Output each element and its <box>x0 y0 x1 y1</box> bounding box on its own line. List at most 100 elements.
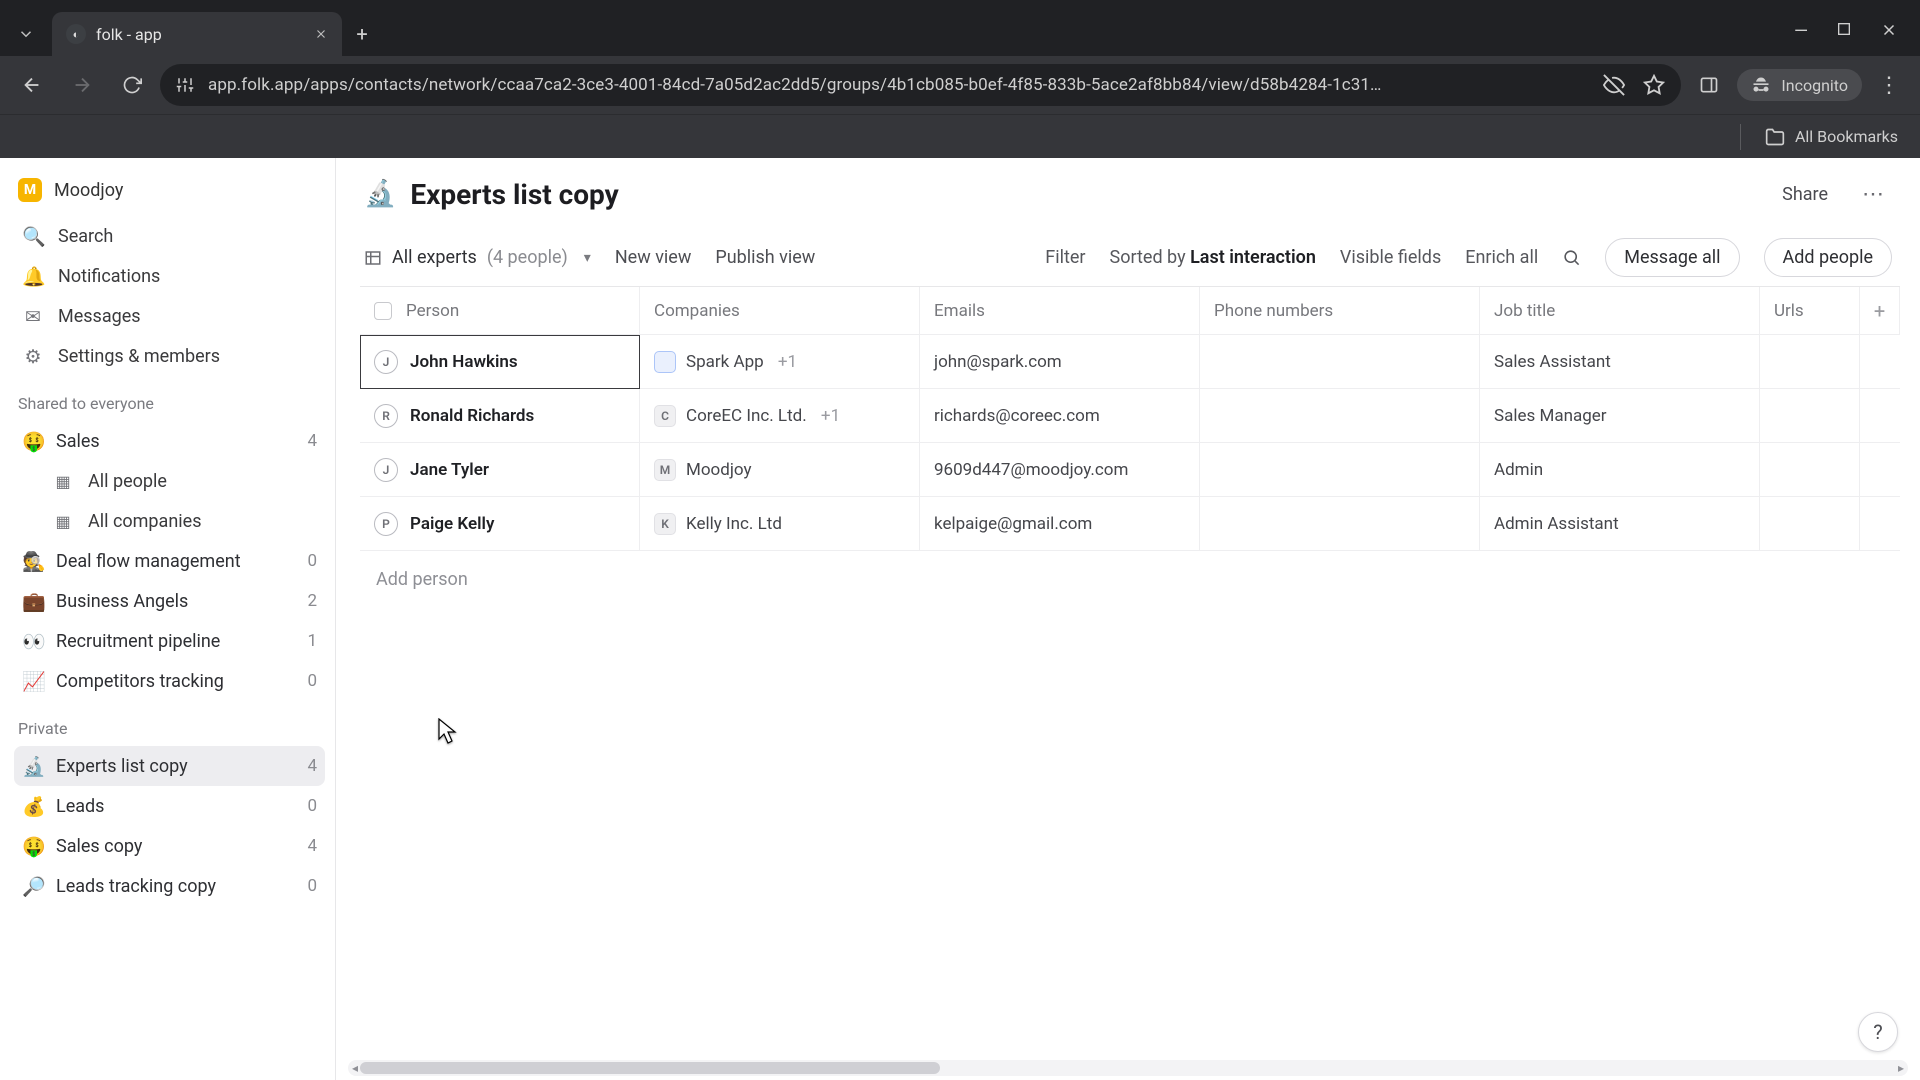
sidebar-group[interactable]: 👀 Recruitment pipeline 1 <box>14 621 325 661</box>
sidebar-nav-search[interactable]: 🔍Search <box>14 216 325 256</box>
publish-view-button[interactable]: Publish view <box>715 247 815 268</box>
cell-email[interactable]: 9609d447@moodjoy.com <box>920 443 1200 497</box>
share-button[interactable]: Share <box>1782 184 1828 205</box>
cell-company[interactable]: C CoreEC Inc. Ltd. +1 <box>640 389 920 443</box>
cell-url[interactable] <box>1760 389 1860 443</box>
sidebar-group[interactable]: 📈 Competitors tracking 0 <box>14 661 325 701</box>
cell-person[interactable]: R Ronald Richards <box>360 389 640 443</box>
enrich-all-button[interactable]: Enrich all <box>1465 247 1538 268</box>
filter-button[interactable]: Filter <box>1045 247 1085 268</box>
add-column-button[interactable]: + <box>1860 287 1900 335</box>
col-header-companies[interactable]: Companies <box>640 287 920 335</box>
window-maximize-icon[interactable] <box>1836 21 1852 42</box>
company-badge: M <box>654 459 676 481</box>
select-all-checkbox[interactable] <box>374 302 392 320</box>
cell-email[interactable]: john@spark.com <box>920 335 1200 389</box>
cell-spacer <box>1860 497 1900 551</box>
cell-job[interactable]: Admin <box>1480 443 1760 497</box>
cell-phone[interactable] <box>1200 335 1480 389</box>
col-header-emails[interactable]: Emails <box>920 287 1200 335</box>
nav-back-button[interactable] <box>10 63 54 107</box>
tab-search-dropdown[interactable] <box>0 12 52 56</box>
cell-company[interactable]: M Moodjoy <box>640 443 920 497</box>
workspace-name: Moodjoy <box>54 180 123 201</box>
sidebar-group[interactable]: 🔎 Leads tracking copy 0 <box>14 866 325 906</box>
add-people-button[interactable]: Add people <box>1764 238 1892 277</box>
cell-url[interactable] <box>1760 443 1860 497</box>
cell-phone[interactable] <box>1200 389 1480 443</box>
cell-job[interactable]: Admin Assistant <box>1480 497 1760 551</box>
window-close-icon[interactable] <box>1880 21 1898 42</box>
group-label: Experts list copy <box>56 756 295 777</box>
cell-url[interactable] <box>1760 497 1860 551</box>
bookmarks-separator <box>1740 124 1741 150</box>
scroll-right-icon[interactable]: ▸ <box>1892 1060 1910 1076</box>
person-name: John Hawkins <box>410 352 518 372</box>
browser-menu-icon[interactable]: ⋮ <box>1868 73 1910 98</box>
cell-person[interactable]: J John Hawkins <box>360 335 640 389</box>
col-header-urls[interactable]: Urls <box>1760 287 1860 335</box>
col-header-job[interactable]: Job title <box>1480 287 1760 335</box>
new-view-button[interactable]: New view <box>615 247 692 268</box>
group-emoji: 🕵️ <box>22 550 44 573</box>
cell-company[interactable]: K Kelly Inc. Ltd <box>640 497 920 551</box>
incognito-indicator[interactable]: Incognito <box>1737 69 1862 101</box>
cell-email[interactable]: kelpaige@gmail.com <box>920 497 1200 551</box>
sidebar-group[interactable]: 💰 Leads 0 <box>14 786 325 826</box>
sidebar-group[interactable]: 💼 Business Angels 2 <box>14 581 325 621</box>
sidebar-subitem[interactable]: ▦All people <box>44 461 325 501</box>
cell-url[interactable] <box>1760 335 1860 389</box>
search-icon[interactable] <box>1562 248 1581 267</box>
view-selector[interactable]: All experts (4 people) ▾ <box>364 247 591 268</box>
add-person-row[interactable]: Add person <box>348 551 1920 590</box>
group-emoji: 🔎 <box>22 875 44 898</box>
horizontal-scrollbar[interactable]: ◂ ▸ <box>348 1060 1908 1076</box>
cell-company[interactable]: Spark App +1 <box>640 335 920 389</box>
all-bookmarks-link[interactable]: All Bookmarks <box>1795 127 1898 146</box>
url-text: app.folk.app/apps/contacts/network/ccaa7… <box>208 75 1589 95</box>
cell-email[interactable]: richards@coreec.com <box>920 389 1200 443</box>
subitem-label: All companies <box>88 511 201 532</box>
cell-person[interactable]: J Jane Tyler <box>360 443 640 497</box>
site-settings-icon[interactable] <box>176 76 194 94</box>
bookmark-star-icon[interactable] <box>1643 74 1665 96</box>
cell-job[interactable]: Sales Assistant <box>1480 335 1760 389</box>
sidepanel-icon[interactable] <box>1687 63 1731 107</box>
eye-off-icon[interactable] <box>1603 74 1625 96</box>
sidebar-subitem[interactable]: ▦All companies <box>44 501 325 541</box>
url-field[interactable]: app.folk.app/apps/contacts/network/ccaa7… <box>160 64 1681 106</box>
workspace-switcher[interactable]: M Moodjoy <box>14 172 325 216</box>
sidebar-group[interactable]: 🕵️ Deal flow management 0 <box>14 541 325 581</box>
sidebar-nav-messages[interactable]: ✉Messages <box>14 296 325 336</box>
col-header-phone[interactable]: Phone numbers <box>1200 287 1480 335</box>
sort-button[interactable]: Sorted by Last interaction <box>1110 247 1316 268</box>
sidebar-group[interactable]: 🤑 Sales copy 4 <box>14 826 325 866</box>
nav-forward-button[interactable] <box>60 63 104 107</box>
sidebar-nav-settings-members[interactable]: ⚙Settings & members <box>14 336 325 376</box>
sidebar-nav-notifications[interactable]: 🔔Notifications <box>14 256 325 296</box>
browser-tab[interactable]: ◐ folk - app <box>52 12 342 56</box>
new-tab-button[interactable]: + <box>342 12 382 56</box>
visible-fields-button[interactable]: Visible fields <box>1340 247 1441 268</box>
message-all-button[interactable]: Message all <box>1605 238 1739 277</box>
page-more-icon[interactable]: ⋯ <box>1854 178 1892 211</box>
page-emoji[interactable]: 🔬 <box>364 179 396 209</box>
sidebar-group[interactable]: 🤑 Sales 4 <box>14 421 325 461</box>
cell-phone[interactable] <box>1200 497 1480 551</box>
nav-reload-button[interactable] <box>110 63 154 107</box>
scrollbar-thumb[interactable] <box>360 1062 940 1074</box>
help-button[interactable]: ? <box>1858 1012 1898 1052</box>
sidebar-group[interactable]: 🔬 Experts list copy 4 <box>14 746 325 786</box>
cell-phone[interactable] <box>1200 443 1480 497</box>
company-name: Spark App <box>686 352 764 372</box>
page-title[interactable]: Experts list copy <box>410 178 1768 211</box>
col-header-person[interactable]: Person <box>360 287 640 335</box>
tab-close-icon[interactable] <box>314 27 328 41</box>
window-minimize-icon[interactable]: ― <box>1794 21 1808 42</box>
cell-job[interactable]: Sales Manager <box>1480 389 1760 443</box>
group-count: 4 <box>307 756 317 776</box>
bookmarks-folder-icon[interactable] <box>1765 127 1785 147</box>
nav-icon: ✉ <box>22 305 44 328</box>
group-emoji: 🤑 <box>22 835 44 858</box>
cell-person[interactable]: P Paige Kelly <box>360 497 640 551</box>
